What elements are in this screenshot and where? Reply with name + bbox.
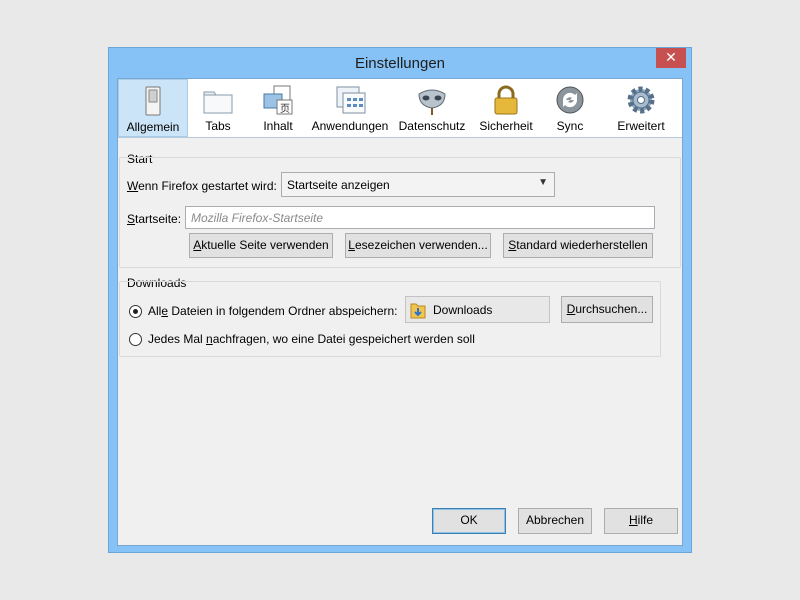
tab-inhalt[interactable]: 页 Inhalt	[248, 79, 308, 137]
tab-tabs[interactable]: Tabs	[188, 79, 248, 137]
tab-allgemein[interactable]: Allgemein	[118, 79, 188, 137]
always-ask-label: Jedes Mal nachfragen, wo eine Datei gesp…	[148, 332, 475, 346]
use-bookmark-button[interactable]: Lesezeichen verwenden...	[345, 233, 491, 258]
window-title: Einstellungen	[354, 55, 446, 72]
lock-icon	[494, 85, 518, 115]
pane-toolbar: Allgemein Tabs 页 Inhalt Anwendungen Date…	[118, 79, 682, 138]
tab-label: Sicherheit	[479, 119, 533, 133]
always-ask-radio[interactable]	[129, 333, 142, 346]
mask-icon	[418, 89, 446, 115]
close-button[interactable]: ✕	[656, 48, 686, 68]
download-folder-field[interactable]: Downloads	[405, 296, 550, 323]
chevron-down-icon: ▼	[538, 177, 548, 188]
startup-label: Wenn Firefox gestartet wird:	[127, 179, 277, 193]
save-to-folder-label: Alle Dateien in folgendem Ordner abspeic…	[148, 304, 398, 318]
tab-label: Anwendungen	[311, 119, 389, 133]
startup-select-value: Startseite anzeigen	[287, 178, 390, 192]
tabs-icon	[203, 91, 233, 114]
tab-datenschutz[interactable]: Datenschutz	[392, 79, 472, 137]
tab-sync[interactable]: Sync	[540, 79, 600, 137]
preferences-window: Einstellungen ✕ Allgemein Tabs 页 Inhalt …	[108, 47, 692, 553]
dialog-client: Allgemein Tabs 页 Inhalt Anwendungen Date…	[117, 78, 683, 546]
content-icon: 页	[263, 85, 293, 115]
help-button[interactable]: Hilfe	[604, 508, 678, 534]
cancel-button[interactable]: Abbrechen	[518, 508, 592, 534]
tab-label: Erweitert	[617, 119, 665, 133]
switch-icon	[145, 86, 161, 116]
sync-icon	[556, 86, 584, 114]
tab-sicherheit[interactable]: Sicherheit	[472, 79, 540, 137]
homepage-placeholder: Mozilla Firefox-Startseite	[191, 211, 324, 225]
use-current-page-button[interactable]: Aktuelle Seite verwenden	[189, 233, 333, 258]
browse-button[interactable]: Durchsuchen...	[561, 296, 653, 323]
startup-select[interactable]: Startseite anzeigen ▼	[281, 172, 555, 197]
gear-icon	[627, 86, 655, 114]
svg-text:页: 页	[280, 103, 290, 115]
restore-default-button[interactable]: Standard wiederherstellen	[503, 233, 653, 258]
title-bar[interactable]: Einstellungen ✕	[109, 48, 691, 78]
tab-label: Allgemein	[126, 120, 180, 134]
tab-label: Inhalt	[263, 119, 293, 133]
save-to-folder-radio[interactable]	[129, 305, 142, 318]
tab-anwendungen[interactable]: Anwendungen	[308, 79, 392, 137]
ok-button[interactable]: OK	[432, 508, 506, 534]
folder-icon	[410, 303, 426, 319]
tab-label: Tabs	[205, 119, 231, 133]
homepage-label: Startseite:	[127, 212, 182, 226]
tab-label: Datenschutz	[398, 119, 466, 133]
tab-label: Sync	[556, 119, 584, 133]
close-icon: ✕	[665, 49, 677, 65]
download-folder-name: Downloads	[433, 303, 493, 317]
tab-erweitert[interactable]: Erweitert	[600, 79, 682, 137]
applications-icon	[336, 86, 366, 114]
homepage-input[interactable]: Mozilla Firefox-Startseite	[185, 206, 655, 229]
